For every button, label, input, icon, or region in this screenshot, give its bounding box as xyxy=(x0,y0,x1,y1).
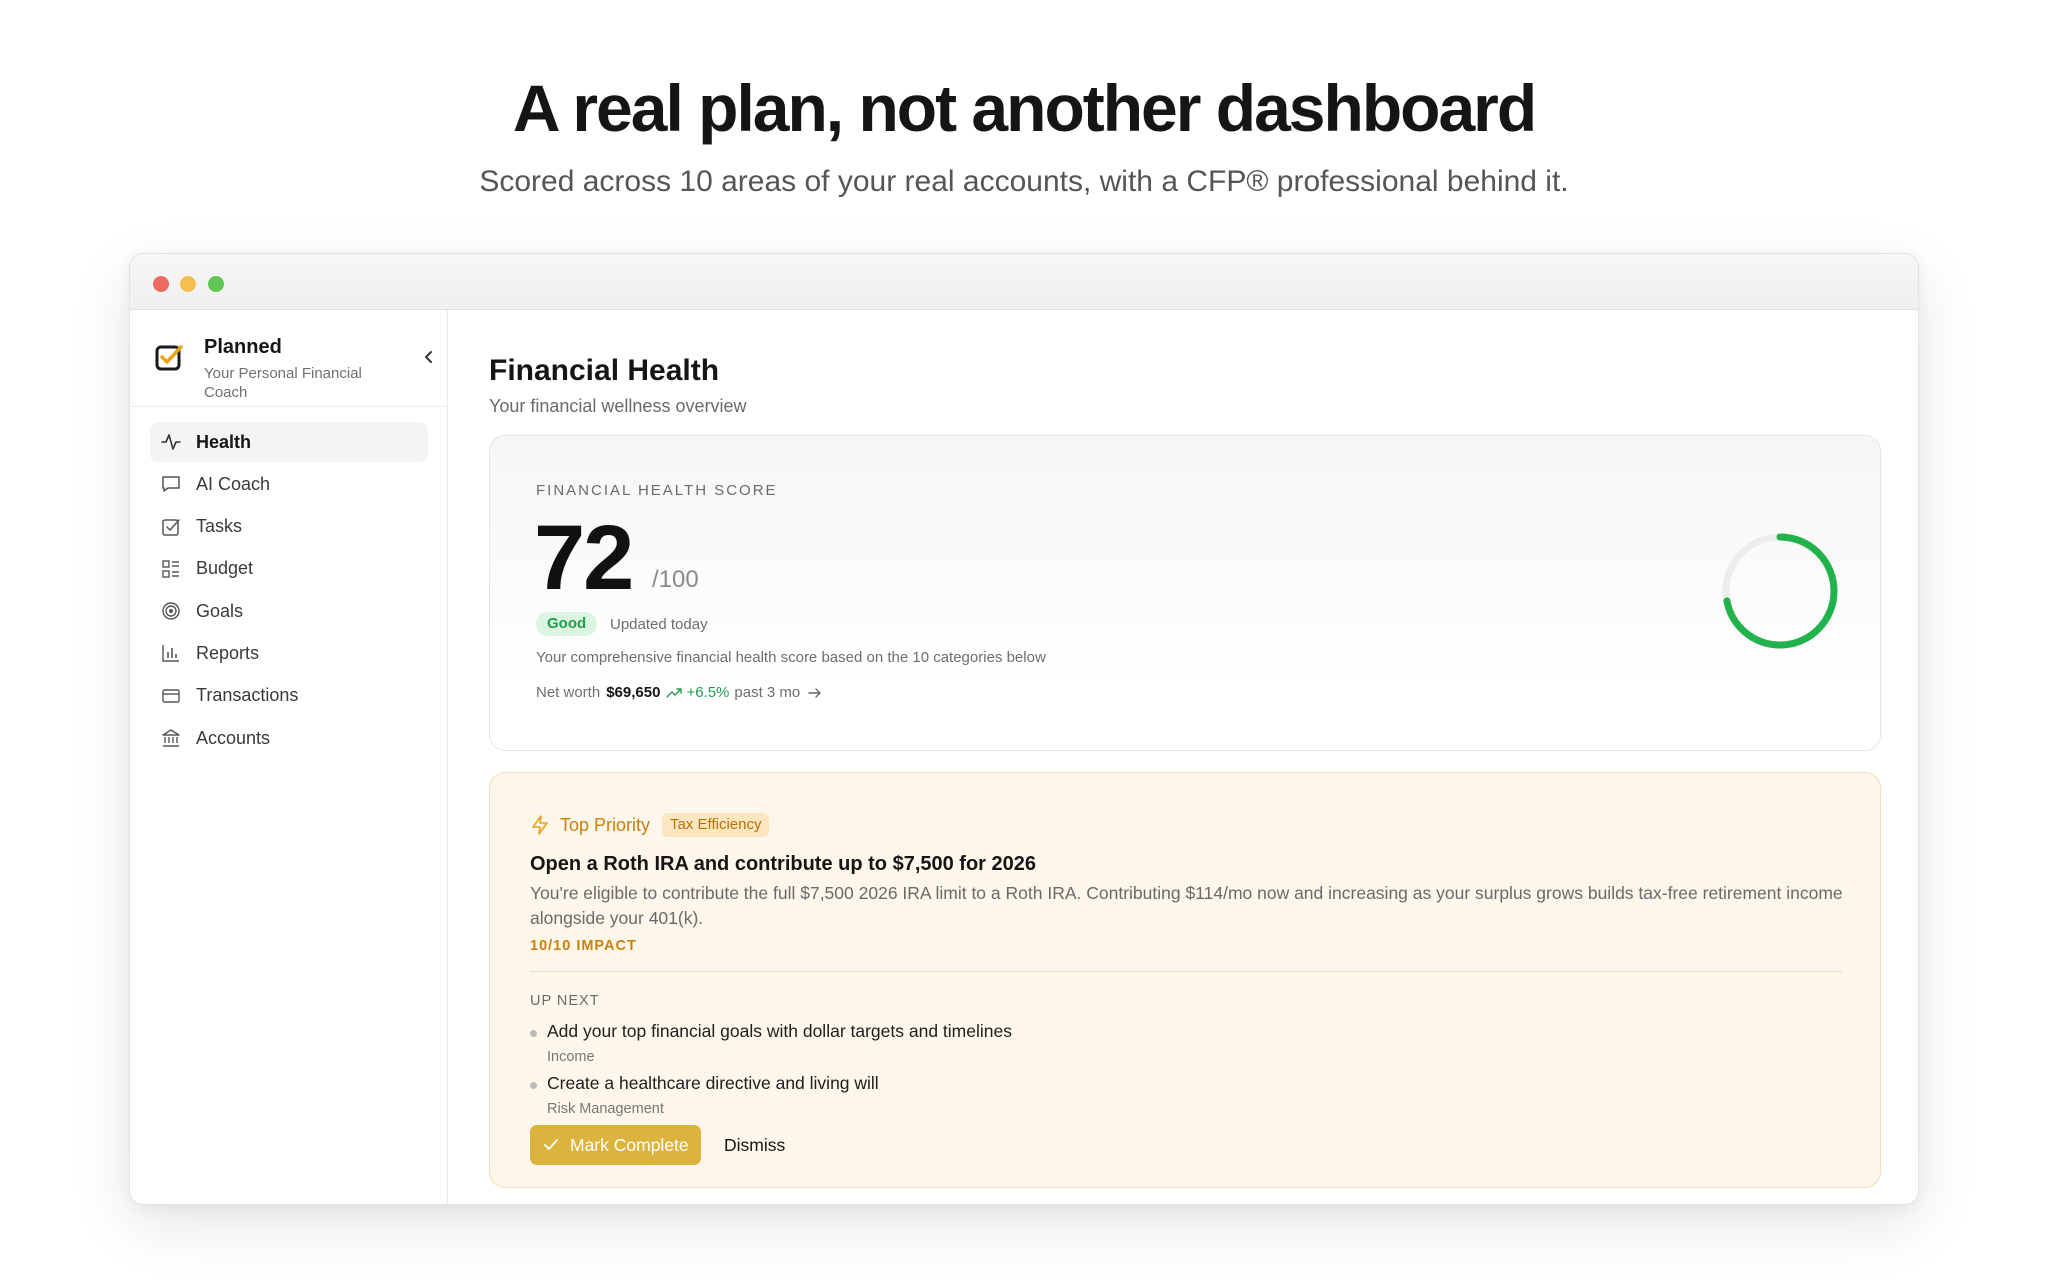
credit-card-icon xyxy=(160,685,182,707)
status-badge: Good xyxy=(536,612,598,636)
checkbox-icon xyxy=(160,516,182,538)
health-score-card: FINANCIAL HEALTH SCORE 72 /100 Good Upda… xyxy=(489,435,1881,751)
lightning-icon xyxy=(532,815,548,835)
maximize-window-button[interactable] xyxy=(208,276,224,292)
chat-icon xyxy=(160,473,182,495)
window-titlebar xyxy=(130,254,1918,310)
sidebar-item-label: Budget xyxy=(196,558,254,579)
net-worth-period: past 3 mo xyxy=(734,684,801,701)
sidebar-item-transactions[interactable]: Transactions xyxy=(150,676,428,716)
hero-title: A real plan, not another dashboard xyxy=(512,71,1537,145)
brand: Planned Your Personal Financial Coach xyxy=(154,328,434,401)
sidebar-item-label: Health xyxy=(196,431,252,452)
sidebar-item-ai-coach[interactable]: AI Coach xyxy=(150,464,428,504)
mark-complete-label: Mark Complete xyxy=(570,1134,689,1155)
sidebar-item-label: Accounts xyxy=(196,727,271,748)
app-window: Planned Your Personal Financial Coach He… xyxy=(129,253,1919,1205)
arrow-right-icon xyxy=(808,687,821,698)
dismiss-button[interactable]: Dismiss xyxy=(712,1125,797,1165)
priority-header: Top Priority Tax Efficiency xyxy=(530,813,770,837)
trending-up-icon xyxy=(666,687,683,698)
bullet xyxy=(530,1082,537,1089)
sidebar-nav: Health AI Coach Tasks Budget Goals Repor… xyxy=(150,422,428,760)
sidebar-item-goals[interactable]: Goals xyxy=(150,591,428,631)
priority-divider xyxy=(530,971,1842,972)
impact-label: 10/10 IMPACT xyxy=(530,938,637,954)
score-max: /100 xyxy=(652,566,699,593)
planned-logo-icon xyxy=(155,345,183,371)
up-next-category: Risk Management xyxy=(547,1101,664,1117)
target-icon xyxy=(160,600,182,622)
page-subtitle: Your financial wellness overview xyxy=(489,396,747,416)
bullet xyxy=(530,1030,537,1037)
list-grid-icon xyxy=(160,558,182,580)
score-description: Your comprehensive financial health scor… xyxy=(536,649,1046,666)
top-priority-card: Top Priority Tax Efficiency Open a Roth … xyxy=(489,772,1881,1188)
score-value: 72 xyxy=(534,507,634,609)
score-gauge xyxy=(1722,533,1838,649)
brand-tagline: Your Personal Financial Coach xyxy=(204,365,362,401)
check-icon xyxy=(544,1139,558,1150)
brand-name: Planned xyxy=(204,336,282,358)
sidebar: Planned Your Personal Financial Coach He… xyxy=(130,310,448,1204)
priority-label: Top Priority xyxy=(560,814,651,835)
bank-icon xyxy=(160,727,182,749)
priority-description: You're eligible to contribute the full $… xyxy=(530,883,1843,928)
sidebar-item-budget[interactable]: Budget xyxy=(150,549,428,589)
sidebar-item-label: AI Coach xyxy=(196,473,271,494)
activity-icon xyxy=(160,431,182,453)
chevron-left-icon[interactable] xyxy=(418,346,440,368)
net-worth-label: Net worth xyxy=(536,684,601,701)
sidebar-item-label: Transactions xyxy=(196,685,299,706)
bar-chart-icon xyxy=(160,642,182,664)
close-window-button[interactable] xyxy=(153,276,169,292)
net-worth-change: +6.5% xyxy=(686,684,730,701)
up-next-title: Create a healthcare directive and living… xyxy=(547,1073,879,1093)
sidebar-item-accounts[interactable]: Accounts xyxy=(150,718,428,758)
score-label: FINANCIAL HEALTH SCORE xyxy=(536,482,778,499)
net-worth-link[interactable]: Net worth $69,650 +6.5% past 3 mo xyxy=(536,684,822,701)
sidebar-item-tasks[interactable]: Tasks xyxy=(150,507,428,547)
sidebar-item-label: Tasks xyxy=(196,516,243,537)
hero-subtitle: Scored across 10 areas of your real acco… xyxy=(479,165,1569,198)
updated-text: Updated today xyxy=(610,616,708,633)
up-next-title: Add your top financial goals with dollar… xyxy=(547,1021,1012,1041)
sidebar-item-label: Reports xyxy=(196,642,260,663)
sidebar-item-label: Goals xyxy=(196,600,244,621)
net-worth-value: $69,650 xyxy=(606,684,661,701)
up-next-label: UP NEXT xyxy=(530,993,600,1009)
sidebar-item-reports[interactable]: Reports xyxy=(150,633,428,673)
priority-title: Open a Roth IRA and contribute up to $7,… xyxy=(530,853,1037,875)
mark-complete-button[interactable]: Mark Complete xyxy=(530,1125,701,1165)
category-tag: Tax Efficiency xyxy=(662,813,770,837)
sidebar-divider xyxy=(130,406,448,407)
sidebar-item-health[interactable]: Health xyxy=(150,422,428,462)
up-next-category: Income xyxy=(547,1049,595,1065)
page-title: Financial Health xyxy=(489,354,720,387)
minimize-window-button[interactable] xyxy=(180,276,196,292)
main-content: Financial Health Your financial wellness… xyxy=(449,310,1918,1204)
